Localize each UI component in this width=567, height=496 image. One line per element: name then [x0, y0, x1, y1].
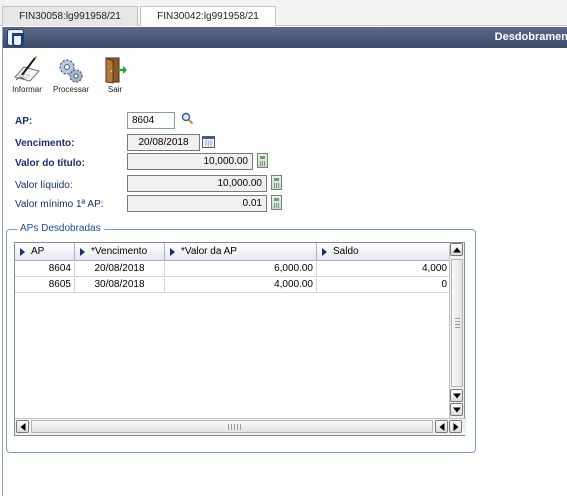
vertical-scroll-thumb[interactable] [451, 259, 463, 387]
arrow-right-icon [453, 422, 458, 431]
scroll-down-page-button[interactable] [450, 403, 463, 416]
calculator-icon[interactable] [271, 175, 282, 190]
tab-bar: FIN30058:lg991958/21 FIN30042:lg991958/2… [0, 0, 567, 26]
pen-paper-icon [14, 55, 40, 82]
sair-label: Sair [107, 85, 123, 94]
arrow-left-icon [20, 422, 25, 431]
grid-header: AP *Vencimento *Valor da AP Saldo [15, 243, 450, 261]
valor-liquido-field: 10,000.00 [127, 175, 267, 192]
cell-valor[interactable]: 4,000.00 [165, 278, 317, 293]
title-bar: Desdobramen [3, 27, 567, 48]
cell-vencimento[interactable]: 30/08/2018 [75, 278, 165, 293]
search-icon[interactable] [181, 112, 194, 125]
valor-titulo-label: Valor do título: [15, 158, 85, 169]
grip-icon [228, 424, 242, 430]
cell-saldo[interactable]: 4,000 [317, 262, 450, 277]
tab-fin30058[interactable]: FIN30058:lg991958/21 [2, 6, 138, 26]
grip-icon [455, 318, 460, 330]
table-row[interactable]: 8604 20/08/2018 6,000.00 4,000 [15, 262, 450, 277]
arrow-left-icon [439, 422, 444, 431]
informar-button[interactable]: Informar [7, 51, 47, 97]
sair-button[interactable]: Sair [95, 51, 135, 97]
sort-arrow-icon [322, 248, 327, 256]
calendar-icon[interactable] [202, 135, 215, 148]
ap-input[interactable]: 8604 [127, 112, 175, 129]
cell-vencimento[interactable]: 20/08/2018 [75, 262, 165, 277]
processar-button[interactable]: Processar [51, 51, 91, 97]
column-header-vencimento[interactable]: *Vencimento [75, 243, 165, 261]
group-title: APs Desdobradas [17, 223, 104, 234]
vencimento-label: Vencimento: [15, 138, 75, 149]
exit-door-icon [105, 57, 127, 84]
arrow-up-icon [452, 247, 461, 252]
horizontal-scrollbar[interactable] [15, 418, 466, 435]
aps-grid[interactable]: AP *Vencimento *Valor da AP Saldo 8604 2… [14, 242, 466, 436]
toolbar: Informar Processar Sair [3, 51, 203, 97]
column-header-saldo[interactable]: Saldo [317, 243, 450, 261]
sort-arrow-icon [20, 248, 25, 256]
cell-saldo[interactable]: 0 [317, 278, 450, 293]
arrow-down-icon [452, 407, 461, 412]
arrow-down-icon [452, 393, 461, 398]
valor-minimo-label: Valor mínimo 1ª AP: [15, 199, 104, 210]
scroll-left-button[interactable] [16, 420, 29, 433]
valor-liquido-label: Valor líquido: [15, 180, 73, 191]
vencimento-field[interactable]: 20/08/2018 [127, 134, 200, 151]
cell-ap[interactable]: 8605 [15, 278, 75, 293]
vertical-scrollbar[interactable] [449, 243, 464, 419]
scroll-left-button[interactable] [435, 420, 448, 433]
tab-fin30042[interactable]: FIN30042:lg991958/21 [140, 6, 276, 26]
calculator-icon[interactable] [271, 195, 282, 210]
ap-label: AP: [15, 116, 33, 127]
scroll-down-button[interactable] [450, 389, 463, 402]
sort-arrow-icon [80, 248, 85, 256]
column-header-valor[interactable]: *Valor da AP [165, 243, 317, 261]
window-title: Desdobramen [494, 31, 567, 43]
cell-valor[interactable]: 6,000.00 [165, 262, 317, 277]
scroll-right-button[interactable] [449, 420, 462, 433]
gears-icon [59, 59, 83, 83]
calculator-icon[interactable] [257, 153, 268, 168]
cell-ap[interactable]: 8604 [15, 262, 75, 277]
valor-minimo-field[interactable]: 0.01 [127, 195, 267, 212]
app-logo-icon[interactable] [7, 29, 24, 47]
horizontal-scroll-thumb[interactable] [31, 420, 433, 433]
valor-titulo-field: 10,000.00 [127, 153, 253, 170]
scroll-up-button[interactable] [450, 243, 463, 256]
sort-arrow-icon [170, 248, 175, 256]
table-row[interactable]: 8605 30/08/2018 4,000.00 0 [15, 278, 450, 293]
column-header-ap[interactable]: AP [15, 243, 75, 261]
